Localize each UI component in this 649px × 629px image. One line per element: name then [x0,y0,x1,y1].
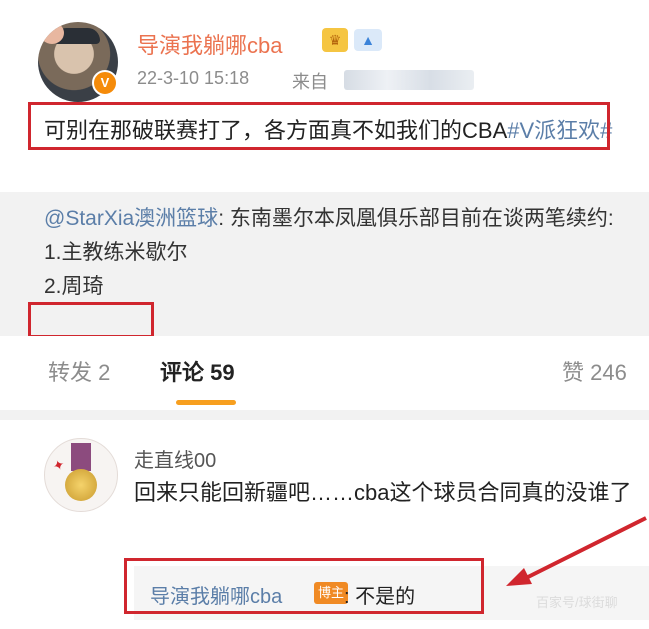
highlight-box-post [28,102,610,150]
tab-like[interactable]: 赞 246 [562,355,627,387]
verified-badge-icon: V [92,70,118,96]
repost-body: @StarXia澳洲篮球: 东南墨尔本凤凰俱乐部目前在谈两笔续约: 1.主教练米… [44,202,644,304]
commenter-name[interactable]: 走直线00 [134,444,216,473]
shark-icon[interactable]: ▲ [354,29,382,51]
arrow-shaft [521,516,647,582]
blurred-source [344,70,474,90]
commenter-avatar[interactable]: ✦ [44,438,118,512]
mention-link[interactable]: @StarXia澳洲篮球 [44,207,218,230]
tab-comment[interactable]: 评论 59 [160,355,235,387]
tab-active-indicator [176,400,236,405]
post-source-label: 来自 [292,72,328,92]
repost-line-zhouqi: 2.周琦 [44,275,104,298]
tab-repost[interactable]: 转发 2 [48,355,110,387]
repost-line-coach: 1.主教练米歇尔 [44,241,188,264]
post-time: 22-3-10 15:18 [137,68,250,88]
repost-text: : 东南墨尔本凤凰俱乐部目前在谈两笔续约: [218,207,614,230]
crown-icon[interactable]: ♛ [322,28,348,52]
annotation-arrow [506,516,647,586]
medal-shape [65,469,97,501]
avatar-calligraphy-mark: ✦ [50,455,67,475]
arrow-head [506,568,532,586]
highlight-box-reply [124,558,484,614]
highlight-box-zhouqi [28,302,154,338]
author-name[interactable]: 导演我躺哪cba [137,28,282,60]
medal-ribbon-shape [71,443,91,471]
watermark: 百家号/球街聊 [536,595,618,610]
section-divider [0,410,649,420]
bear-ears-shape [40,22,64,44]
